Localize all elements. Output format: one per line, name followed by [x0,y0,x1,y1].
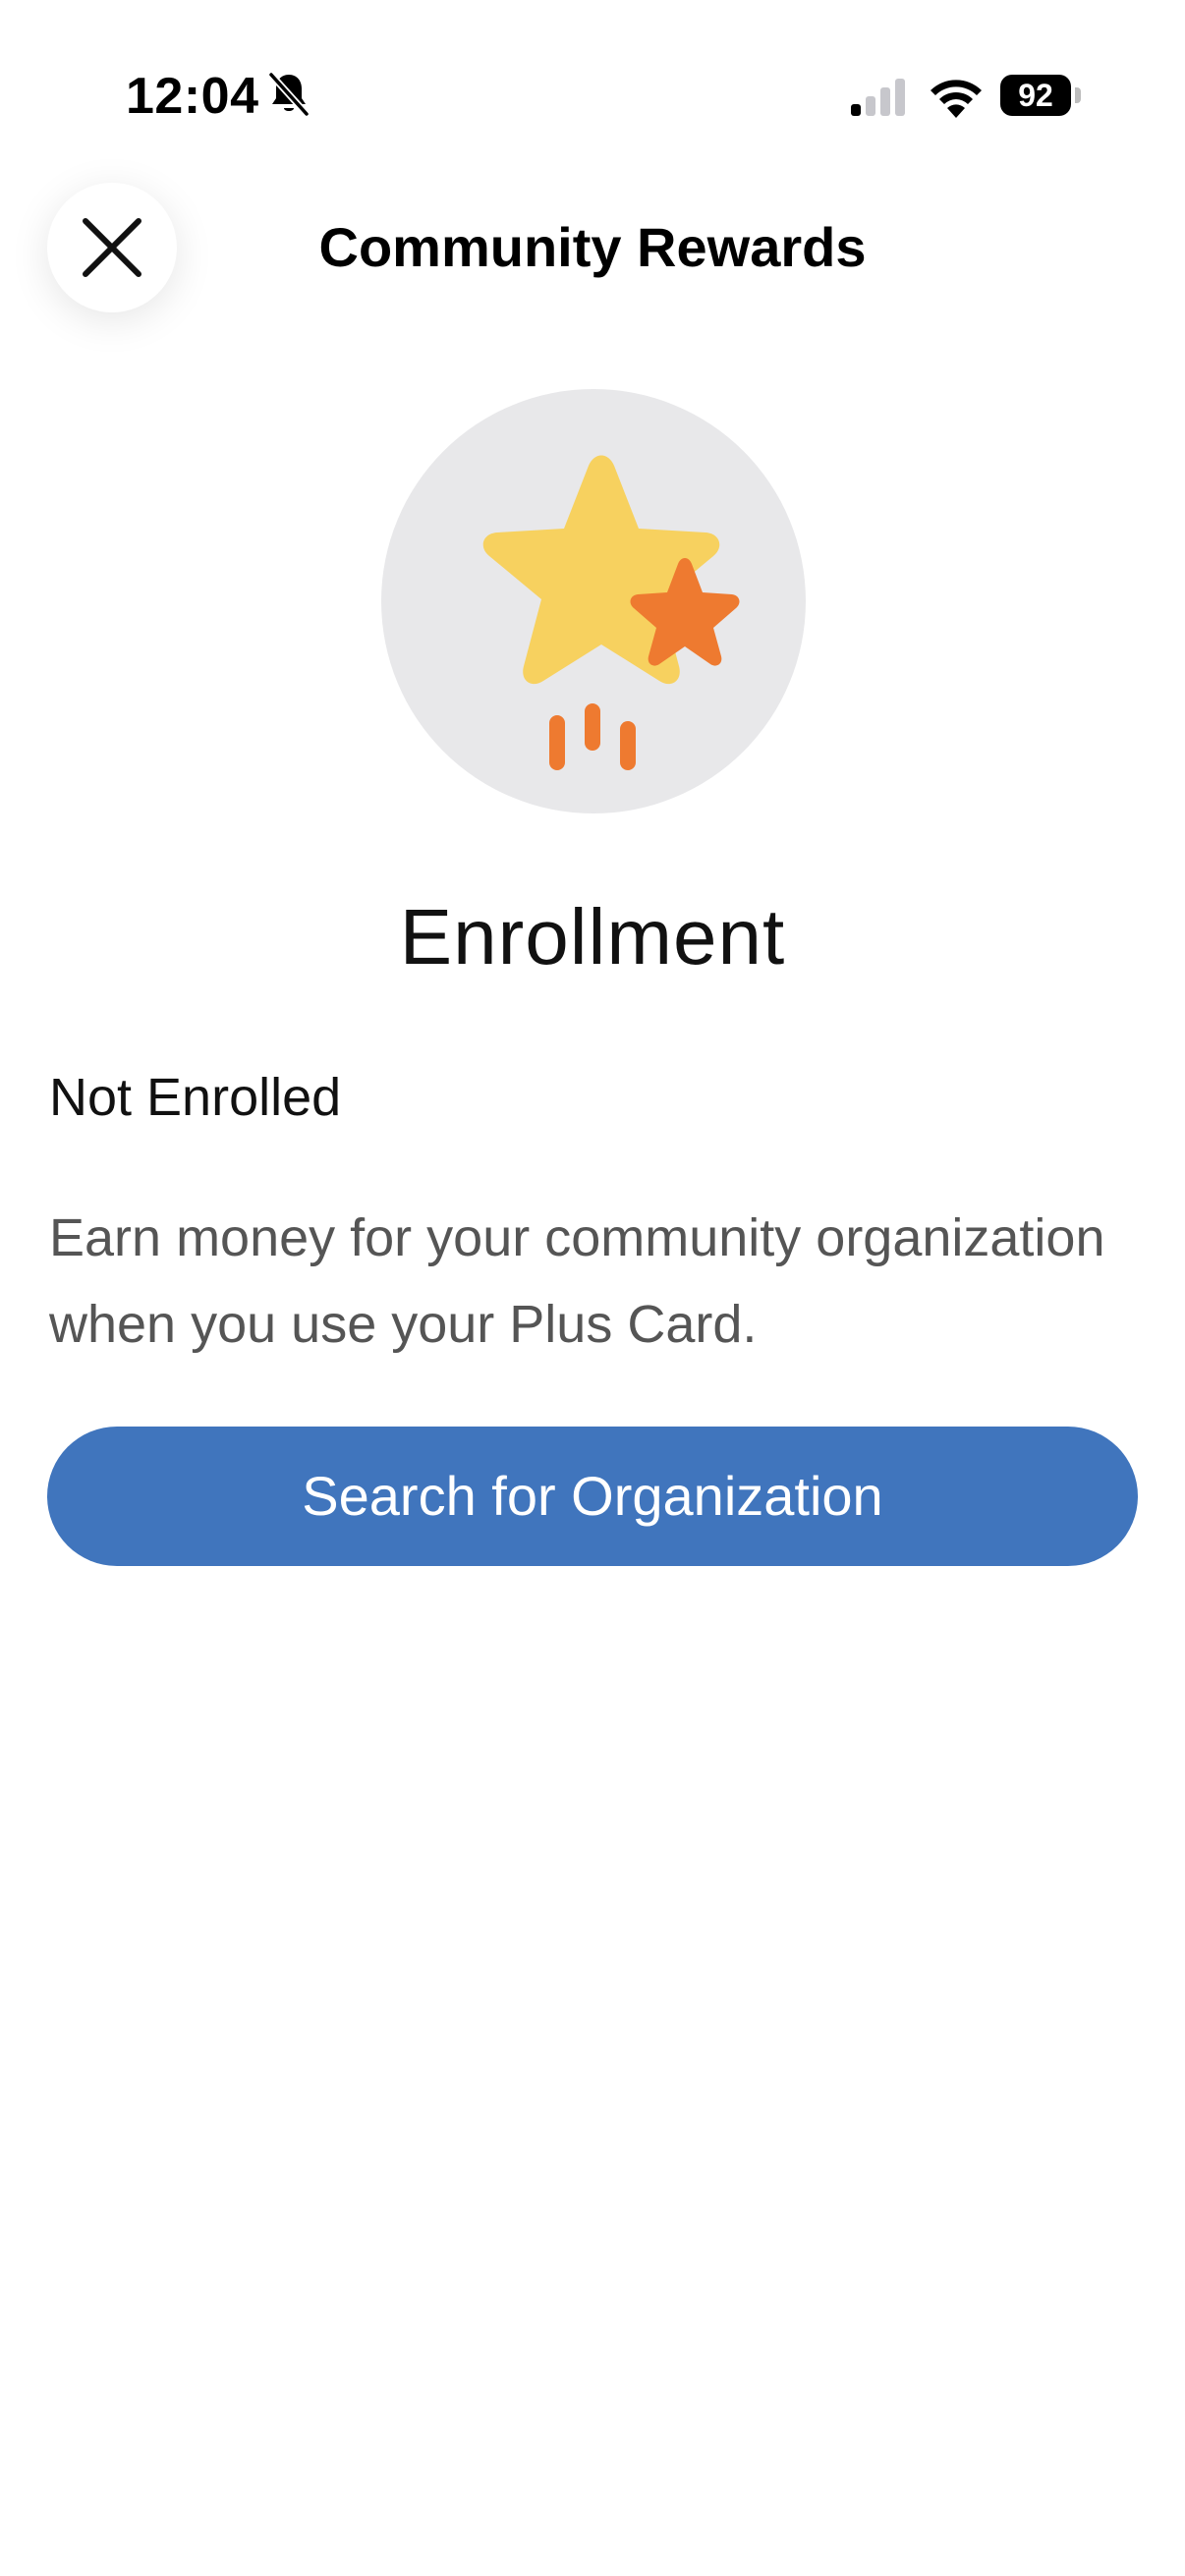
enrollment-description: Earn money for your community organizati… [49,1208,1105,1354]
search-organization-button[interactable]: Search for Organization [47,1427,1138,1566]
status-time: 12:04 [126,68,259,125]
battery-icon: 92 [1000,75,1081,116]
bell-slash-icon [267,71,310,118]
status-bar: 12:04 92 [0,0,1185,196]
enrollment-status: Not Enrolled [49,1068,342,1127]
battery-level: 92 [1018,78,1053,113]
enrollment-heading: Enrollment [399,893,786,980]
battery-cap [1075,87,1081,103]
page-title: Community Rewards [318,216,867,278]
cellular-signal-icon [851,79,905,116]
stars-icon [482,455,740,770]
wifi-icon [931,80,982,118]
community-rewards-screen: 12:04 92 Community Rewards Enrollment No… [0,0,1185,2576]
hero-illustration [381,389,806,813]
